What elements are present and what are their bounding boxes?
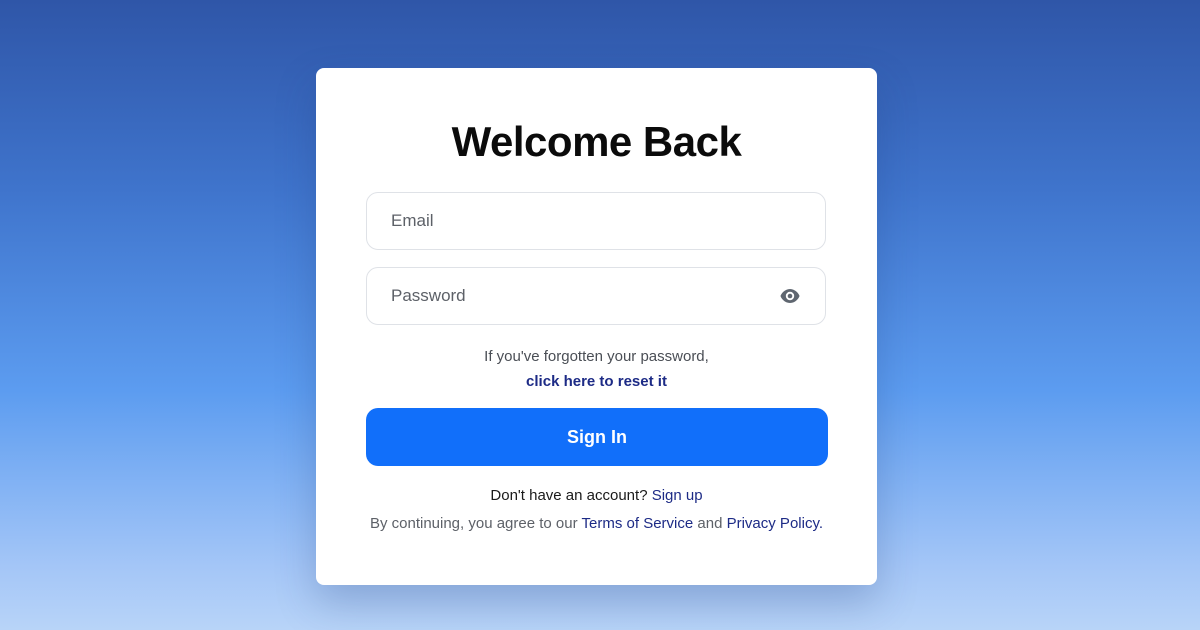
terms-of-service-link[interactable]: Terms of Service — [582, 515, 694, 532]
login-card: Welcome Back If you've forgotten your pa… — [316, 68, 877, 585]
terms-and: and — [697, 515, 723, 532]
forgot-password-text: If you've forgotten your password, — [484, 348, 709, 365]
terms-notice: By continuing, you agree to our Terms of… — [316, 515, 877, 532]
email-input[interactable] — [391, 193, 771, 249]
password-field[interactable] — [366, 267, 826, 325]
terms-prefix: By continuing, you agree to our — [369, 515, 578, 532]
signup-prompt-text: Don't have an account? — [490, 487, 648, 504]
signup-prompt: Don't have an account? Sign up — [316, 487, 877, 504]
email-field[interactable] — [366, 192, 826, 250]
page-title: Welcome Back — [451, 118, 742, 165]
password-input[interactable] — [391, 268, 771, 324]
eye-icon[interactable] — [779, 287, 801, 305]
sign-up-link[interactable]: Sign up — [652, 487, 703, 504]
sign-in-button[interactable]: Sign In — [366, 408, 828, 466]
privacy-policy-link[interactable]: Privacy Policy — [727, 515, 819, 532]
reset-password-link[interactable]: click here to reset it — [316, 373, 877, 390]
terms-suffix: . — [818, 515, 824, 532]
